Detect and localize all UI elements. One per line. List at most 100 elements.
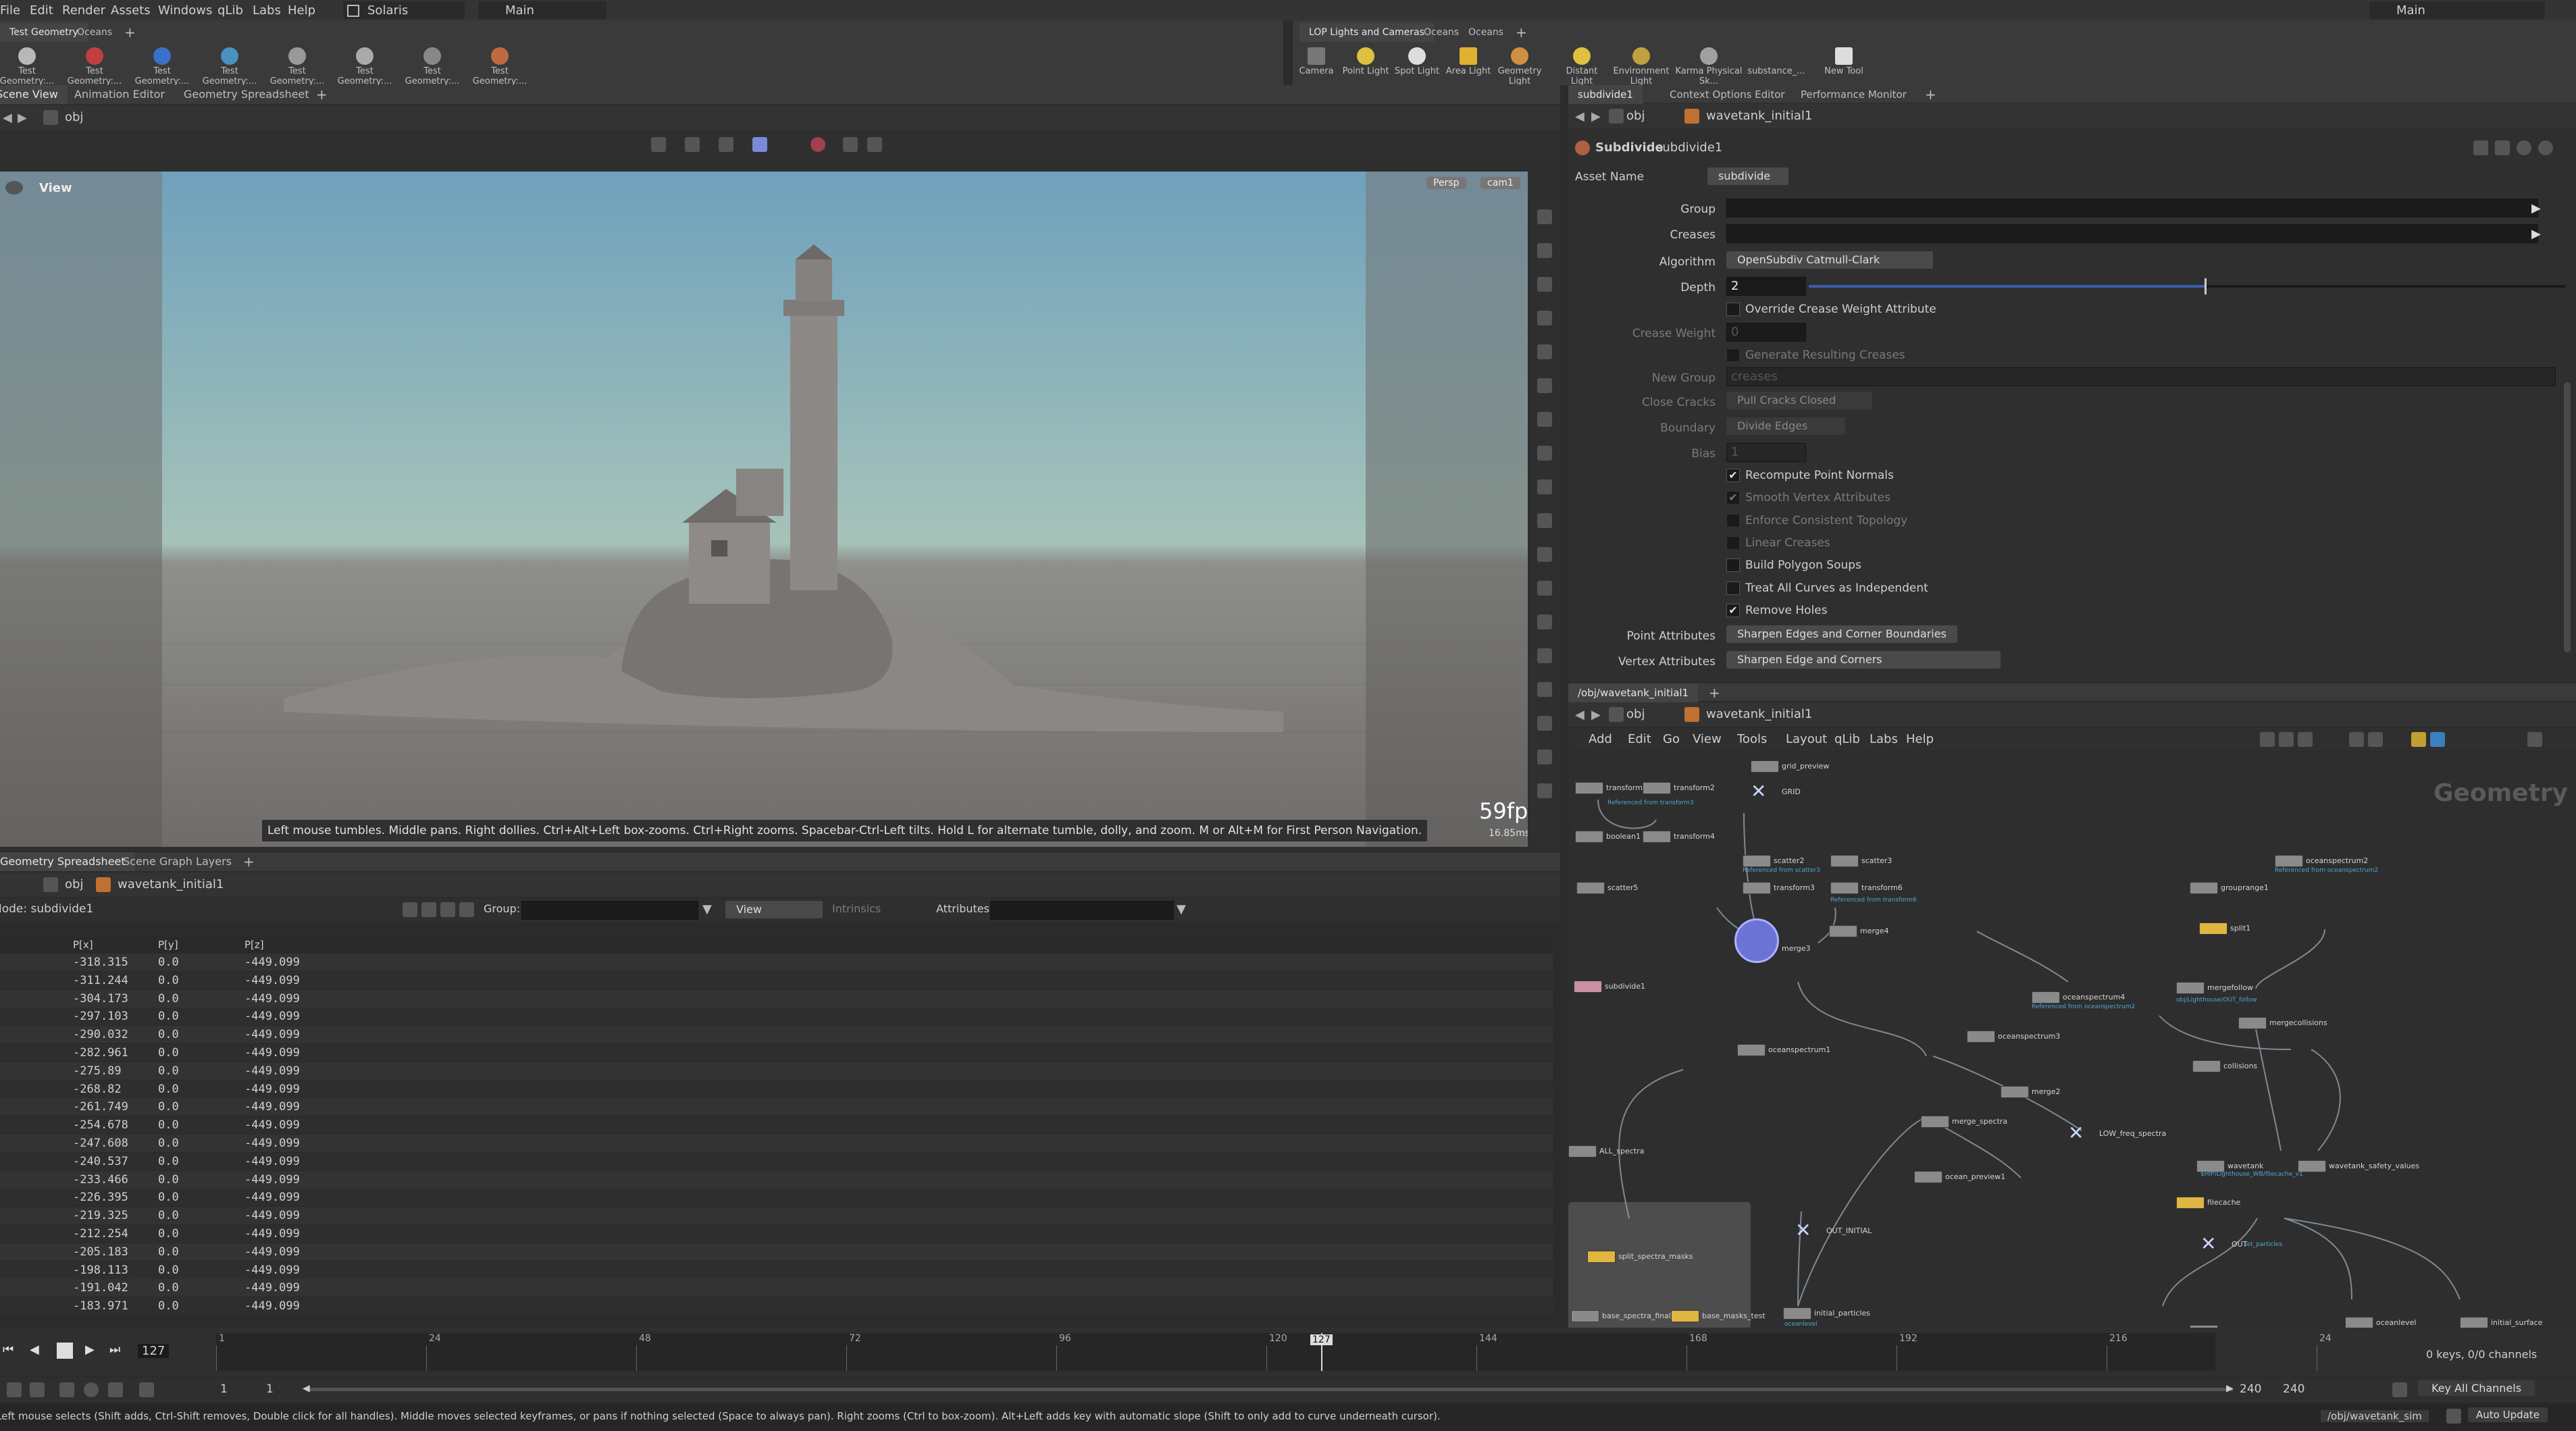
shelf-tool-4[interactable]: Test Geometry:... [199,43,261,86]
range-slider-start-handle[interactable]: ◀ [303,1383,310,1394]
range-start-input[interactable]: 1 [220,1382,228,1396]
tools-icon[interactable] [2260,732,2275,747]
display-option-icon[interactable] [1537,311,1552,326]
table-row[interactable]: -254.678 0.0 -449.099 [0,1116,1553,1135]
tool-environment-light[interactable]: Environment Light [1607,43,1675,86]
shelf-tool-8[interactable]: Test Geometry:... [469,43,531,86]
grid-icon[interactable] [2349,732,2364,747]
network-node[interactable] [2032,991,2060,1004]
network-node[interactable] [1737,1044,1766,1056]
display-option-icon[interactable] [1537,243,1552,258]
viewer-tool-icon[interactable] [685,137,700,152]
null-node-icon[interactable]: ✕ [2068,1124,2087,1143]
keys-icon[interactable] [2392,1382,2407,1397]
tab-context-options[interactable]: Context Options Editor [1660,85,1795,104]
range-icon[interactable] [108,1382,123,1397]
boundary-dropdown[interactable]: Divide Edges [1726,417,1845,435]
table-row[interactable]: -212.254 0.0 -449.099 [0,1225,1553,1243]
network-node[interactable] [1575,782,1603,794]
range-slider-end-handle[interactable]: ▶ [2226,1383,2234,1394]
net-menu-edit[interactable]: Edit [1628,732,1651,746]
play-icon[interactable]: ▶ [85,1343,95,1357]
range-end-input[interactable]: 240 [2240,1382,2261,1396]
filter-icon[interactable]: ▼ [1177,902,1186,916]
vertex-attributes-dropdown[interactable]: Sharpen Edge and Corners [1726,651,2001,669]
desktop-selector[interactable]: Solaris [343,1,465,19]
table-row[interactable]: -198.113 0.0 -449.099 [0,1261,1553,1279]
network-node[interactable] [1671,1310,1699,1322]
flag-icon[interactable] [2411,732,2426,747]
add-shelf-tab-icon[interactable]: + [1506,23,1537,42]
stop-icon[interactable] [57,1343,73,1359]
range-start2-input[interactable]: 1 [266,1382,274,1396]
forward-icon[interactable]: ▶ [1591,109,1601,124]
display-option-icon[interactable] [1537,547,1552,562]
display-option-icon[interactable] [1537,277,1552,292]
table-row[interactable]: -297.103 0.0 -449.099 [0,1008,1553,1026]
network-node[interactable] [1829,925,1857,937]
network-node[interactable] [1830,855,1859,867]
display-option-icon[interactable] [1537,615,1552,629]
tab-scene-view[interactable]: Scene View [0,85,68,104]
viewer-path[interactable]: obj [65,110,83,124]
net-menu-qlib[interactable]: qLib [1834,732,1860,746]
group-filter-input[interactable] [521,901,698,920]
back-icon[interactable]: ◀ [3,111,12,125]
tab-animation-editor[interactable]: Animation Editor [65,85,174,104]
menu-help[interactable]: Help [288,3,315,18]
display-option-icon[interactable] [1537,446,1552,461]
display-option-icon[interactable] [1537,682,1552,697]
shelf-tool-7[interactable]: Test Geometry:... [401,43,463,86]
tab-subdivide1[interactable]: subdivide1 [1568,85,1643,104]
net-menu-add[interactable]: Add [1589,732,1612,746]
display-option-icon[interactable] [1537,344,1552,359]
back-icon[interactable]: ◀ [1575,708,1585,722]
network-node[interactable] [1743,855,1771,867]
key-icon[interactable] [30,1382,45,1397]
context-selector[interactable]: Main [478,1,607,19]
shelf-tab-oceans-3[interactable]: Oceans [1459,23,1513,42]
search-icon[interactable] [2495,140,2510,155]
asset-name-dropdown[interactable]: subdivide [1707,167,1788,185]
table-row[interactable]: -219.325 0.0 -449.099 [0,1207,1553,1225]
checkbox[interactable] [1726,536,1740,550]
checkbox[interactable]: ✔ [1726,469,1740,482]
path-node[interactable]: wavetank_initial1 [1706,109,1812,123]
menu-file[interactable]: File [0,3,20,18]
display-option-icon[interactable] [1537,750,1552,764]
algorithm-dropdown[interactable]: OpenSubdiv Catmull-Clark [1726,251,1933,269]
key-all-button[interactable]: Key All Channels [2418,1380,2535,1396]
depth-slider-handle[interactable] [2205,278,2207,294]
table-row[interactable]: -240.537 0.0 -449.099 [0,1152,1553,1170]
checkbox[interactable]: ✔ [1726,491,1740,505]
jump-start-icon[interactable]: ⏮ [3,1343,14,1357]
network-node[interactable] [1914,1171,1942,1183]
viewer-tool-icon[interactable] [843,137,858,152]
audio-icon[interactable] [7,1382,22,1397]
table-row[interactable]: -318.315 0.0 -449.099 [0,954,1553,971]
step-back-icon[interactable]: ◀ [30,1343,39,1357]
right-context-selector[interactable]: Main [2369,1,2545,19]
display-option-icon[interactable] [1537,648,1552,663]
tool-area-light[interactable]: Area Light [1443,43,1494,76]
display-option-icon[interactable] [1537,209,1552,224]
range-slider[interactable]: ◀ ▶ [303,1383,2234,1394]
display-option-icon[interactable] [1537,479,1552,494]
tool-karma-sky[interactable]: Karma Physical Sk... [1675,43,1743,86]
tab-network-path[interactable]: /obj/wavetank_initial1 [1568,683,1699,702]
jump-end-icon[interactable]: ⏭ [109,1343,120,1357]
tab-scene-graph-layers[interactable]: Scene Graph Layers [113,852,241,871]
network-node[interactable] [1568,1145,1597,1157]
table-row[interactable]: -275.89 0.0 -449.099 [0,1062,1553,1080]
tool-camera[interactable]: Camera [1293,43,1340,76]
network-node[interactable] [2199,922,2227,935]
forward-icon[interactable]: ▶ [1591,708,1601,722]
path-node[interactable]: wavetank_initial1 [118,877,224,891]
timeline-ruler[interactable]: 1 24 48 72 96 120 144 168 192 216 24 127 [216,1333,2332,1371]
null-node-icon[interactable]: ✕ [1795,1221,1814,1240]
help-icon[interactable] [2538,140,2553,155]
network-node[interactable] [1574,981,1602,993]
checkbox[interactable] [1726,558,1740,573]
add-tab-icon[interactable]: + [307,85,337,104]
table-row[interactable]: -226.395 0.0 -449.099 [0,1189,1553,1207]
